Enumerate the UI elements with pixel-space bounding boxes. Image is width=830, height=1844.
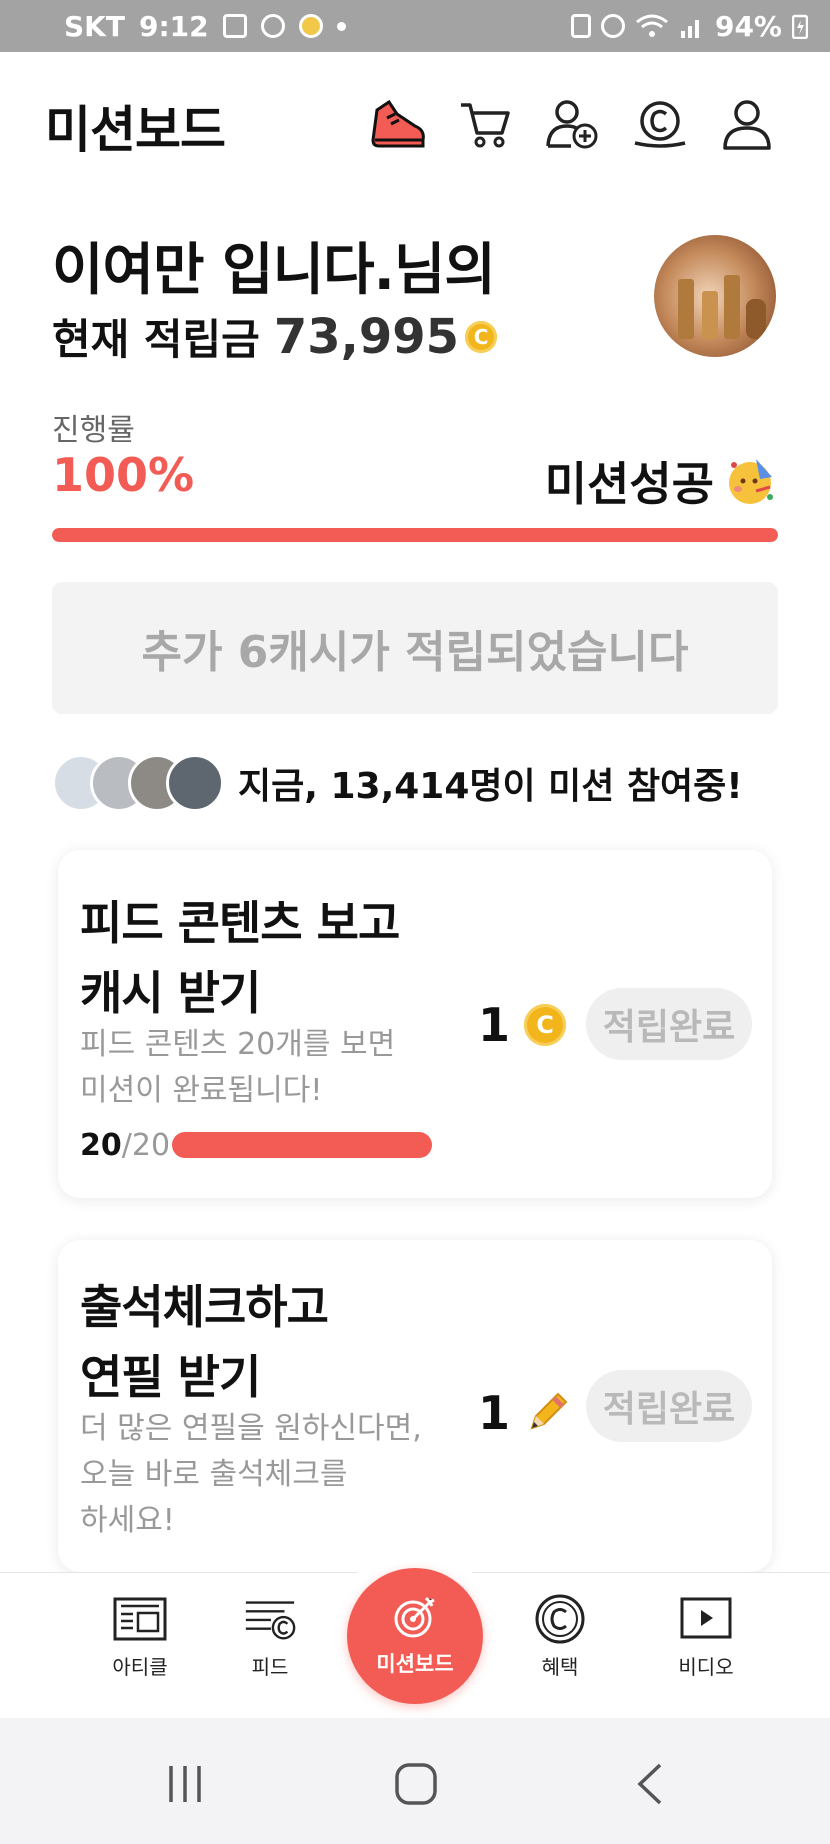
app-notification-icon xyxy=(260,14,285,38)
nav-label: 아티클 xyxy=(112,1655,168,1679)
feed-icon xyxy=(242,1595,298,1643)
nav-item-feed[interactable]: 피드 xyxy=(210,1595,330,1680)
benefit-coin-icon xyxy=(532,1594,588,1644)
recent-apps-icon[interactable] xyxy=(155,1754,215,1814)
participants-text: 지금, 13,414명이 미션 참여중! xyxy=(238,766,743,807)
nav-item-benefit[interactable]: 혜택 xyxy=(500,1594,620,1680)
participants-count: 13,414명 xyxy=(330,766,503,807)
alarm-icon xyxy=(600,14,625,38)
nav-item-article[interactable]: 아티클 xyxy=(80,1595,200,1680)
progress-label: 진행률 xyxy=(52,413,135,448)
nav-item-video[interactable]: 비디오 xyxy=(646,1595,766,1680)
progress-bar xyxy=(52,528,778,542)
signal-icon xyxy=(680,20,699,38)
nav-label: 미션보드 xyxy=(376,1652,454,1676)
cart-icon[interactable] xyxy=(455,94,515,154)
pill-notification-icon xyxy=(298,14,323,38)
mission-status-text: 미션성공 xyxy=(544,457,714,511)
balance-label: 현재 적립금 xyxy=(52,315,260,364)
nav-item-mission-board[interactable]: 미션보드 xyxy=(347,1568,483,1704)
status-bar: SKT 9:12 94% xyxy=(0,0,830,52)
pencil-icon xyxy=(530,1392,568,1430)
balance-value: 73,995 xyxy=(273,308,460,365)
mission-card[interactable]: 출석체크하고 연필 받기 더 많은 연필을 원하신다면, 오늘 바로 출석체크를… xyxy=(58,1240,772,1572)
progress-bar-fill xyxy=(52,528,778,542)
battery-percent: 94% xyxy=(714,9,782,43)
participant-avatar xyxy=(166,754,224,812)
home-icon[interactable] xyxy=(386,1754,446,1814)
clock: 9:12 xyxy=(138,9,209,43)
carrier-label: SKT xyxy=(64,9,125,43)
nav-label: 혜택 xyxy=(541,1655,579,1679)
nav-label: 비디오 xyxy=(678,1655,734,1679)
coin-icon[interactable] xyxy=(630,94,690,154)
mission-status: 미션성공 xyxy=(545,448,778,514)
sneaker-icon[interactable] xyxy=(368,94,428,154)
gallery-notification-icon xyxy=(222,14,247,38)
mission-title: 피드 콘텐츠 보고 캐시 받기 xyxy=(80,896,400,1020)
nav-label: 피드 xyxy=(251,1655,289,1679)
claim-complete-button[interactable]: 적립완료 xyxy=(586,988,752,1060)
mission-card[interactable]: 피드 콘텐츠 보고 캐시 받기 피드 콘텐츠 20개를 보면 미션이 완료됩니다… xyxy=(58,850,772,1198)
add-friend-icon[interactable] xyxy=(542,94,602,154)
mission-progress-count: 20/20 xyxy=(80,1128,171,1163)
back-icon[interactable] xyxy=(620,1754,680,1814)
cash-coin-icon: C xyxy=(465,320,498,353)
mission-reward: 1 C xyxy=(478,998,567,1052)
profile-icon[interactable] xyxy=(717,94,777,154)
participants-row: 지금, 13,414명이 미션 참여중! xyxy=(52,752,743,814)
app-header: 미션보드 xyxy=(0,52,830,192)
coin-icon: C xyxy=(524,1004,567,1046)
progress-value: 100% xyxy=(52,448,195,502)
more-notifications-icon xyxy=(336,21,346,31)
system-navigation-bar xyxy=(0,1718,830,1844)
page-title: 미션보드 xyxy=(45,101,226,159)
battery-charging-icon xyxy=(792,14,808,39)
party-face-icon xyxy=(729,459,773,504)
video-icon xyxy=(678,1595,734,1643)
mission-reward: 1 xyxy=(478,1386,570,1440)
mission-description: 더 많은 연필을 원하신다면, 오늘 바로 출석체크를 하세요! xyxy=(80,1411,422,1538)
reward-notice: 추가 6캐시가 적립되었습니다 xyxy=(52,582,778,714)
mission-progress-bar xyxy=(172,1132,432,1158)
mission-description: 피드 콘텐츠 20개를 보면 미션이 완료됩니다! xyxy=(80,1027,396,1108)
user-greeting: 이여만 입니다.님의 xyxy=(52,238,496,303)
balance-row: 현재 적립금 73,995 C xyxy=(52,306,498,367)
mission-title: 출석체크하고 연필 받기 xyxy=(80,1280,329,1404)
promo-avatar[interactable] xyxy=(654,235,776,357)
wifi-icon xyxy=(636,14,668,37)
sim-icon xyxy=(570,14,591,38)
article-icon xyxy=(112,1595,168,1643)
target-icon xyxy=(394,1596,435,1638)
claim-complete-button[interactable]: 적립완료 xyxy=(586,1370,752,1442)
